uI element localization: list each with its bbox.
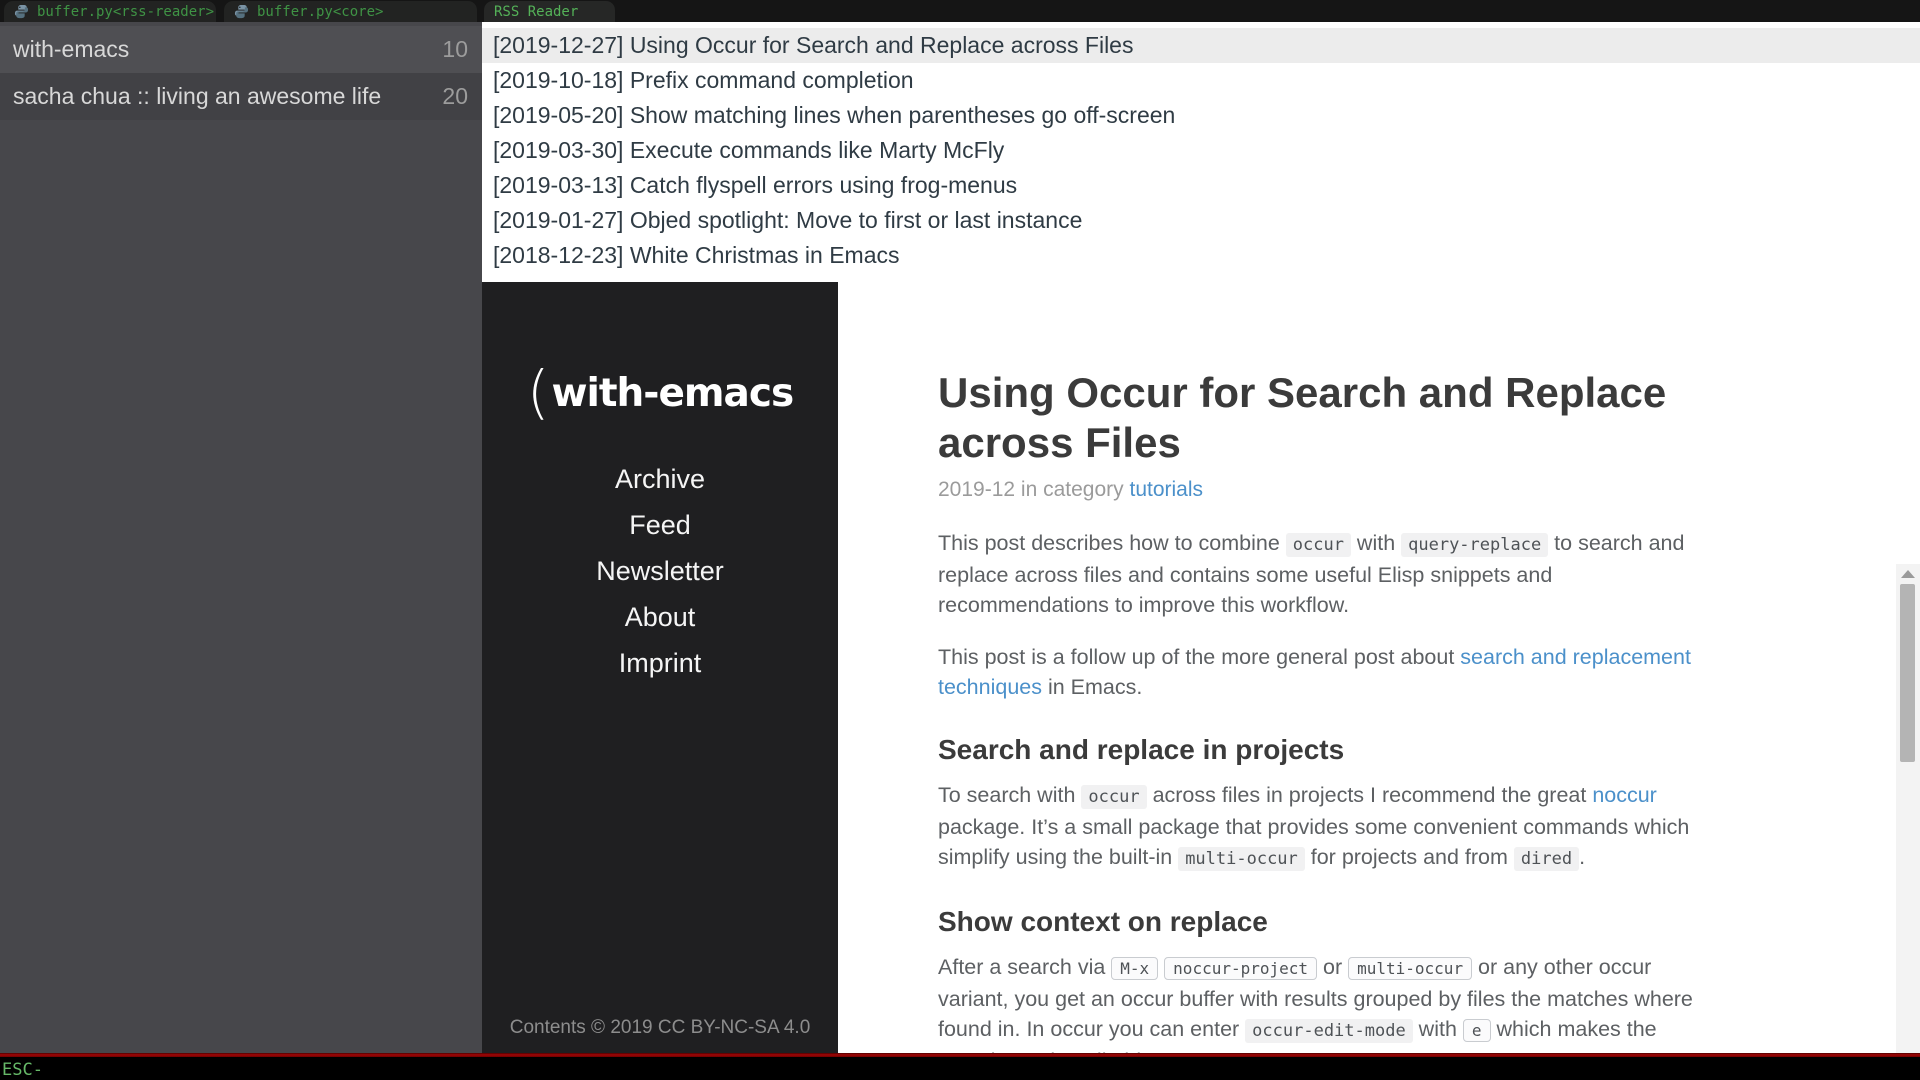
article-row[interactable]: [2019-05-20] Show matching lines when pa… bbox=[482, 98, 1920, 133]
article-paragraph: To search with occur across files in pro… bbox=[938, 780, 1693, 874]
inline-code: occur bbox=[1081, 785, 1146, 809]
feed-row[interactable]: with-emacs 10 bbox=[0, 26, 482, 73]
scrollbar-up-arrow-icon[interactable] bbox=[1901, 570, 1915, 578]
scrollbar-thumb[interactable] bbox=[1900, 584, 1915, 762]
post-meta: 2019-12 in category tutorials bbox=[938, 478, 1726, 502]
inline-code: occur bbox=[1286, 533, 1351, 557]
feed-title: sacha chua :: living an awesome life bbox=[13, 83, 432, 110]
tab-bar: buffer.py<rss-reader> buffer.py<core> RSS … bbox=[0, 0, 1920, 22]
inline-link[interactable]: noccur bbox=[1592, 783, 1657, 807]
feed-title: with-emacs bbox=[13, 36, 432, 63]
inline-code: dired bbox=[1514, 847, 1579, 871]
status-bar: ESC- bbox=[0, 1053, 1920, 1080]
text-run: . bbox=[1579, 845, 1585, 869]
feed-rows: with-emacs 10sacha chua :: living an awes… bbox=[0, 22, 482, 120]
nav-item-archive[interactable]: Archive bbox=[482, 456, 838, 502]
text-run: with bbox=[1351, 531, 1401, 555]
article-row[interactable]: [2019-03-30] Execute commands like Marty… bbox=[482, 133, 1920, 168]
vertical-scrollbar[interactable] bbox=[1896, 564, 1920, 1080]
post-meta-infix: in category bbox=[1015, 478, 1129, 501]
nav-item-feed[interactable]: Feed bbox=[482, 502, 838, 548]
article-row[interactable]: [2019-12-27] Using Occur for Search and … bbox=[482, 28, 1920, 63]
article-paragraph: After a search via M-x noccur-project or… bbox=[938, 952, 1693, 1053]
feed-unread-count: 20 bbox=[442, 83, 468, 110]
text-run: across files in projects I recommend the… bbox=[1147, 783, 1593, 807]
article-paragraph: This post is a follow up of the more gen… bbox=[938, 642, 1693, 702]
article-rows: [2019-12-27] Using Occur for Search and … bbox=[482, 22, 1920, 273]
text-run: This post describes how to combine bbox=[938, 531, 1286, 555]
category-link[interactable]: tutorials bbox=[1129, 478, 1203, 501]
nav-item-newsletter[interactable]: Newsletter bbox=[482, 548, 838, 594]
post-title: Using Occur for Search and Replace acros… bbox=[938, 368, 1698, 468]
python-icon bbox=[14, 4, 29, 19]
tab-label: buffer.py<core> bbox=[257, 4, 383, 20]
inline-kbd: multi-occur bbox=[1348, 957, 1472, 980]
article-row[interactable]: [2019-03-13] Catch flyspell errors using… bbox=[482, 168, 1920, 203]
tab-label: RSS Reader bbox=[494, 4, 578, 20]
section-heading: Show context on replace bbox=[938, 906, 1693, 938]
text-run: This post is a follow up of the more gen… bbox=[938, 645, 1460, 669]
inline-kbd: M-x bbox=[1111, 957, 1158, 980]
nav-item-about[interactable]: About bbox=[482, 594, 838, 640]
inline-code: multi-occur bbox=[1178, 847, 1305, 871]
article-row[interactable]: [2019-01-27] Objed spotlight: Move to fi… bbox=[482, 203, 1920, 238]
inline-code: occur-edit-mode bbox=[1245, 1019, 1413, 1043]
rss-reader-window: buffer.py<rss-reader> buffer.py<core> RSS … bbox=[0, 0, 1920, 1080]
inline-kbd: e bbox=[1463, 1019, 1491, 1042]
post-body: This post describes how to combine occur… bbox=[938, 528, 1693, 1053]
article-paragraph: This post describes how to combine occur… bbox=[938, 528, 1693, 620]
article-row[interactable]: [2019-10-18] Prefix command completion bbox=[482, 63, 1920, 98]
tab-label: buffer.py<rss-reader> bbox=[37, 4, 214, 20]
text-run: To search with bbox=[938, 783, 1081, 807]
section-heading: Search and replace in projects bbox=[938, 734, 1693, 766]
post-content: Using Occur for Search and Replace acros… bbox=[838, 282, 1896, 1053]
statusbar-divider bbox=[0, 1053, 1920, 1057]
article-list: [2019-12-27] Using Occur for Search and … bbox=[482, 22, 1920, 282]
post-date: 2019-12 bbox=[938, 478, 1015, 501]
text-run: in Emacs. bbox=[1042, 675, 1142, 699]
text-run: for projects and from bbox=[1305, 845, 1514, 869]
tab-buffer-0[interactable]: buffer.py<rss-reader> bbox=[4, 1, 216, 22]
tab-rss-reader[interactable]: RSS Reader bbox=[484, 1, 615, 22]
site-logo: (with-emacs bbox=[482, 360, 838, 434]
logo-paren: ( bbox=[527, 358, 550, 426]
nav-item-imprint[interactable]: Imprint bbox=[482, 640, 838, 686]
site-nav: ArchiveFeedNewsletterAboutImprint bbox=[482, 456, 838, 686]
feed-row[interactable]: sacha chua :: living an awesome life 20 bbox=[0, 73, 482, 120]
article-row[interactable]: [2018-12-23] White Christmas in Emacs bbox=[482, 238, 1920, 273]
inline-kbd: noccur-project bbox=[1164, 957, 1317, 980]
statusbar-keystroke: ESC- bbox=[2, 1060, 43, 1080]
logo-text: with-emacs bbox=[551, 371, 793, 416]
python-icon bbox=[234, 4, 249, 19]
site-sidebar: (with-emacs ArchiveFeedNewsletterAboutIm… bbox=[482, 282, 838, 1053]
text-run: with bbox=[1413, 1017, 1463, 1041]
site-footer: Contents © 2019 CC BY-NC-SA 4.0 bbox=[482, 1017, 838, 1039]
feed-unread-count: 10 bbox=[442, 36, 468, 63]
inline-code: query-replace bbox=[1401, 533, 1548, 557]
text-run: or bbox=[1317, 955, 1348, 979]
tab-buffer-1[interactable]: buffer.py<core> bbox=[224, 1, 477, 22]
text-run: After a search via bbox=[938, 955, 1111, 979]
feed-list-panel: with-emacs 10sacha chua :: living an awes… bbox=[0, 22, 482, 1053]
web-view: (with-emacs ArchiveFeedNewsletterAboutIm… bbox=[482, 282, 1920, 1053]
